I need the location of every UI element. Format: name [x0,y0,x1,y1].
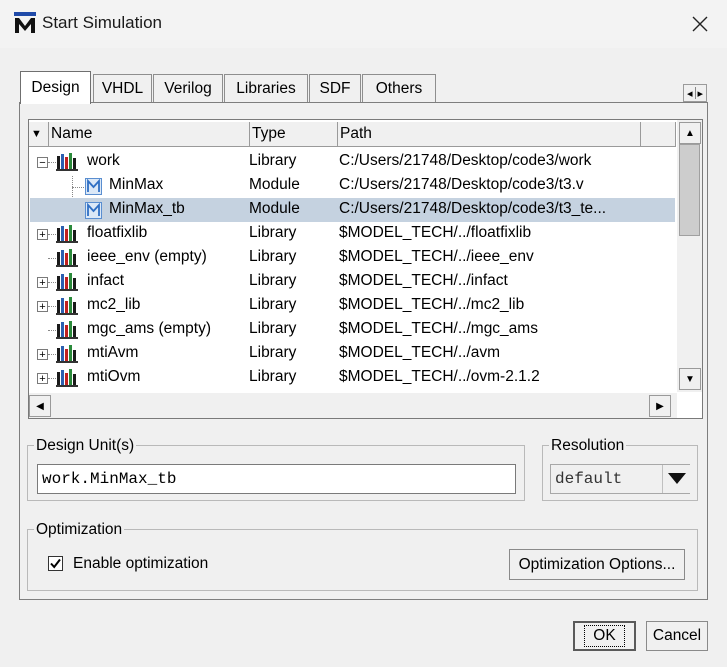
scroll-left-button[interactable]: ◀ [29,395,51,417]
checkmark-icon [50,558,61,569]
tree-cell-path: $MODEL_TECH/../floatfixlib [339,224,532,241]
ok-button[interactable]: OK [573,621,636,651]
expand-icon[interactable]: + [37,349,48,361]
resolution-value: default [555,470,623,488]
tree-cell-type: Library [249,152,297,169]
tree-cell-name: MinMax_tb [109,200,185,217]
ok-button-label: OK [584,625,625,647]
tree-cell-type: Library [249,368,297,385]
tree-row[interactable]: + floatfixlib Library $MODEL_TECH/../floatf… [30,222,675,246]
tree-cell-name: ieee_env (empty) [87,248,207,265]
tree-cell-name: mtiOvm [87,368,141,385]
design-unit-label: Design Unit(s) [34,437,137,455]
library-icon [56,321,78,339]
arrow-left-icon: ◀ [36,400,44,412]
tree-cell-name: floatfixlib [87,224,148,241]
resolution-label: Resolution [549,437,627,455]
collapse-icon[interactable]: − [37,157,48,169]
chevron-down-icon [668,473,686,484]
arrow-right-icon: ▶ [656,400,664,412]
expand-icon[interactable]: + [37,373,48,385]
scroll-down-button[interactable]: ▼ [679,368,701,390]
tree-rows: − work Library C:/Users/21748/Desktop/code3… [0,0,727,392]
tree-cell-type: Library [249,320,297,337]
tree-row[interactable]: + mtiOvm Library $MODEL_TECH/../ovm-2.1.2 [30,366,675,390]
library-icon [56,297,78,315]
tree-connector [48,330,56,331]
tree-row[interactable]: MinMax Module C:/Users/21748/Desktop/code3… [30,174,675,198]
arrow-up-icon: ▲ [685,127,695,139]
library-icon [56,369,78,387]
tree-row[interactable]: + mtiAvm Library $MODEL_TECH/../avm [30,342,675,366]
cancel-button[interactable]: Cancel [646,621,708,651]
expand-icon[interactable]: + [37,301,48,313]
tree-row[interactable]: + mc2_lib Library $MODEL_TECH/../mc2_lib [30,294,675,318]
tree-cell-name: work [87,152,120,169]
tree-row[interactable]: ieee_env (empty) Library $MODEL_TECH/../ie… [30,246,675,270]
expand-icon[interactable]: + [37,277,48,289]
tree-cell-path: C:/Users/21748/Desktop/code3/work [339,152,592,169]
tree-connector [48,378,56,379]
library-icon [56,225,78,243]
tree-cell-path: $MODEL_TECH/../ovm-2.1.2 [339,368,540,385]
tree-cell-type: Library [249,248,297,265]
tree-cell-path: $MODEL_TECH/../infact [339,272,508,289]
tree-connector [48,258,56,259]
enable-optimization-label[interactable]: Enable optimization [73,555,208,573]
tree-connector [48,162,56,163]
expand-icon[interactable]: + [37,229,48,241]
tab-design[interactable]: Design [20,71,91,104]
tree-cell-type: Library [249,296,297,313]
tree-cell-name: mtiAvm [87,344,139,361]
arrow-down-icon: ▼ [685,373,695,385]
library-icon [56,153,78,171]
tree-cell-name: MinMax [109,176,164,193]
tree-cell-name: infact [87,272,125,289]
tree-cell-name: mgc_ams (empty) [87,320,212,337]
tree-cell-path: $MODEL_TECH/../mgc_ams [339,320,538,337]
library-icon [56,345,78,363]
tree-cell-path: C:/Users/21748/Desktop/code3/t3_te... [339,200,607,217]
scroll-up-button[interactable]: ▲ [679,122,701,144]
tree-connector [48,282,56,283]
tree-cell-name: mc2_lib [87,296,141,313]
vertical-scroll-thumb[interactable] [679,144,700,236]
tree-cell-type: Library [249,272,297,289]
tree-row[interactable]: mgc_ams (empty) Library $MODEL_TECH/../mgc… [30,318,675,342]
tree-cell-path: $MODEL_TECH/../mc2_lib [339,296,525,313]
optimization-label: Optimization [34,521,125,539]
tree-connector [48,306,56,307]
tree-row[interactable]: − work Library C:/Users/21748/Desktop/code3… [30,150,675,174]
tree-connector [48,234,56,235]
resolution-dropdown-button[interactable] [662,465,691,493]
tree-cell-type: Library [249,224,297,241]
tree-cell-type: Module [249,176,300,193]
tree-connector [48,354,56,355]
scroll-right-button[interactable]: ▶ [649,395,671,417]
tree-cell-type: Module [249,200,300,217]
horizontal-scrollbar[interactable]: ◀ ▶ [29,393,677,418]
optimization-options-button[interactable]: Optimization Options... [509,549,685,580]
tree-row[interactable]: MinMax_tb Module C:/Users/21748/Desktop/co… [30,198,675,222]
vertical-scrollbar[interactable]: ▲ ▼ [677,120,702,392]
tree-cell-type: Library [249,344,297,361]
library-icon [56,273,78,291]
tree-row[interactable]: + infact Library $MODEL_TECH/../infact [30,270,675,294]
tree-cell-path: $MODEL_TECH/../avm [339,344,501,361]
library-icon [56,249,78,267]
tree-cell-path: $MODEL_TECH/../ieee_env [339,248,534,265]
design-unit-input[interactable]: work.MinMax_tb [37,464,516,494]
enable-optimization-checkbox[interactable] [48,556,63,571]
module-icon [85,178,102,195]
tree-cell-path: C:/Users/21748/Desktop/code3/t3.v [339,176,584,193]
module-icon [85,202,102,219]
